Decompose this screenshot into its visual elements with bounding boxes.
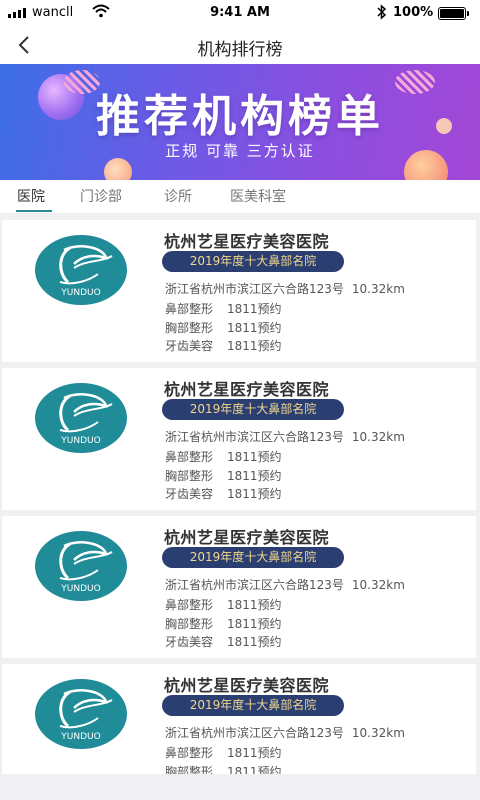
distance: 10.32km	[351, 726, 405, 740]
hospital-logo: YUNDUO	[35, 679, 127, 749]
service-row: 牙齿美容 1811预约	[165, 635, 282, 649]
hospital-logo: YUNDUO	[35, 531, 127, 601]
bottom-spacer	[0, 774, 480, 800]
hospital-logo: YUNDUO	[35, 235, 127, 305]
hospital-address: 浙江省杭州市滨江区六合路123号 10.32km	[165, 578, 405, 592]
nav-bar: 机构排行榜	[0, 26, 480, 64]
tab-clinic[interactable]: 诊所	[164, 186, 192, 206]
banner-decoration	[104, 158, 132, 180]
tab-outpatient[interactable]: 门诊部	[80, 186, 122, 206]
status-bar: wancll 9:41 AM 100%	[0, 0, 480, 26]
bluetooth-icon	[377, 4, 387, 20]
battery-percent: 100%	[393, 5, 434, 20]
hospital-card[interactable]: YUNDUO 杭州艺星医疗美容医院 2019年度十大鼻部名院 浙江省杭州市滨江区…	[2, 220, 476, 362]
svg-text:YUNDUO: YUNDUO	[60, 584, 100, 594]
service-row: 鼻部整形 1811预约	[165, 450, 282, 464]
svg-text:YUNDUO: YUNDUO	[60, 436, 100, 446]
hospital-name: 杭州艺星医疗美容医院	[164, 232, 330, 251]
hospital-name: 杭州艺星医疗美容医院	[164, 380, 330, 399]
service-row: 牙齿美容 1811预约	[165, 487, 282, 501]
hospital-address: 浙江省杭州市滨江区六合路123号 10.32km	[165, 430, 405, 444]
tab-aesthetic-dept[interactable]: 医美科室	[230, 186, 286, 206]
award-badge: 2019年度十大鼻部名院	[162, 399, 344, 420]
hospital-logo: YUNDUO	[35, 383, 127, 453]
hospital-list: YUNDUO 杭州艺星医疗美容医院 2019年度十大鼻部名院 浙江省杭州市滨江区…	[0, 216, 480, 774]
distance: 10.32km	[351, 282, 405, 296]
hospital-address: 浙江省杭州市滨江区六合路123号 10.32km	[165, 726, 405, 740]
page-title: 机构排行榜	[197, 40, 283, 60]
active-tab-indicator	[16, 210, 52, 212]
hospital-name: 杭州艺星医疗美容医院	[164, 676, 330, 695]
battery-icon	[438, 7, 469, 20]
service-row: 牙齿美容 1811预约	[165, 339, 282, 353]
hospital-card[interactable]: YUNDUO 杭州艺星医疗美容医院 2019年度十大鼻部名院 浙江省杭州市滨江区…	[2, 664, 476, 774]
hospital-card[interactable]: YUNDUO 杭州艺星医疗美容医院 2019年度十大鼻部名院 浙江省杭州市滨江区…	[2, 368, 476, 510]
banner-title: 推荐机构榜单	[96, 91, 384, 142]
svg-text:YUNDUO: YUNDUO	[60, 288, 100, 298]
service-row: 鼻部整形 1811预约	[165, 746, 282, 760]
service-row: 鼻部整形 1811预约	[165, 302, 282, 316]
service-row: 胸部整形 1811预约	[165, 617, 282, 631]
distance: 10.32km	[351, 578, 405, 592]
hospital-address: 浙江省杭州市滨江区六合路123号 10.32km	[165, 282, 405, 296]
banner-subtitle: 正规 可靠 三方认证	[165, 142, 315, 160]
promo-banner[interactable]: 推荐机构榜单 正规 可靠 三方认证	[0, 64, 480, 180]
hospital-name: 杭州艺星医疗美容医院	[164, 528, 330, 547]
service-row: 鼻部整形 1811预约	[165, 598, 282, 612]
category-tabs: 医院 门诊部 诊所 医美科室	[0, 180, 480, 214]
award-badge: 2019年度十大鼻部名院	[162, 251, 344, 272]
tab-hospital[interactable]: 医院	[17, 186, 45, 206]
service-row: 胸部整形 1811预约	[165, 321, 282, 335]
service-row: 胸部整形 1811预约	[165, 469, 282, 483]
svg-text:YUNDUO: YUNDUO	[60, 732, 100, 742]
award-badge: 2019年度十大鼻部名院	[162, 695, 344, 716]
award-badge: 2019年度十大鼻部名院	[162, 547, 344, 568]
service-row: 胸部整形 1811预约	[165, 765, 282, 774]
hospital-card[interactable]: YUNDUO 杭州艺星医疗美容医院 2019年度十大鼻部名院 浙江省杭州市滨江区…	[2, 516, 476, 658]
distance: 10.32km	[351, 430, 405, 444]
